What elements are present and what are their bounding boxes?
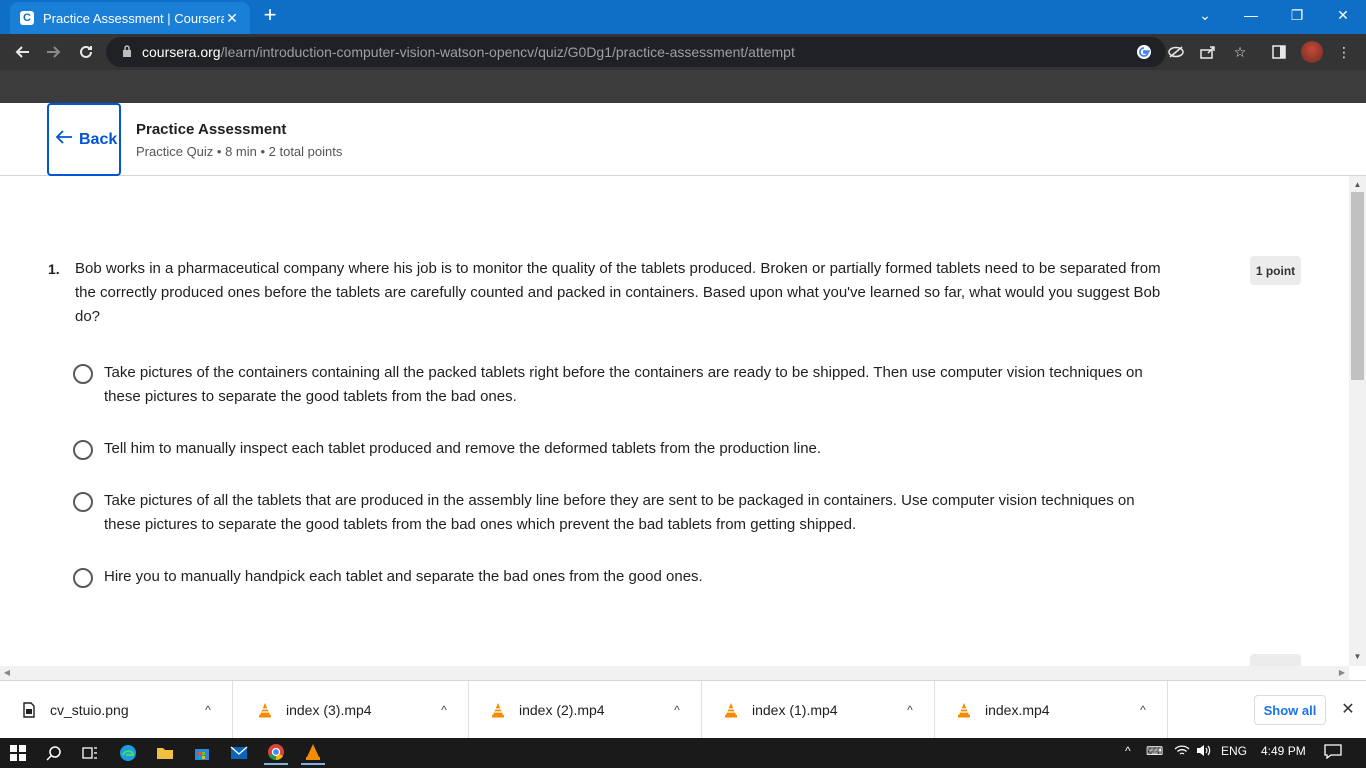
- back-label: Back: [79, 130, 118, 148]
- address-bar[interactable]: coursera.org /learn/introduction-compute…: [106, 37, 1166, 67]
- close-window-button[interactable]: ✕: [1320, 0, 1366, 30]
- horizontal-scrollbar[interactable]: ◀ ▶: [0, 666, 1349, 680]
- coursera-favicon-icon: C: [20, 11, 34, 25]
- download-filename: index (3).mp4: [286, 702, 372, 718]
- file-explorer-icon[interactable]: [153, 741, 177, 765]
- download-filename: index (2).mp4: [519, 702, 605, 718]
- next-points-badge: [1250, 654, 1301, 666]
- download-filename: index.mp4: [985, 702, 1050, 718]
- option-label: Take pictures of the containers containi…: [104, 364, 1143, 405]
- back-arrow-icon[interactable]: [10, 40, 34, 64]
- answer-option[interactable]: Hire you to manually handpick each table…: [73, 565, 1153, 589]
- download-item[interactable]: index.mp4 ^: [935, 681, 1168, 739]
- download-filename: index (1).mp4: [752, 702, 838, 718]
- assessment-header: Back Practice Assessment Practice Quiz •…: [0, 103, 1366, 176]
- page-title: Practice Assessment: [136, 121, 287, 138]
- scrollbar-thumb[interactable]: [1351, 192, 1364, 380]
- file-icon: [22, 702, 36, 719]
- notifications-icon[interactable]: [1324, 744, 1342, 762]
- option-label: Take pictures of all the tablets that ar…: [104, 492, 1135, 533]
- vlc-icon: [258, 702, 272, 719]
- url-path: /learn/introduction-computer-vision-wats…: [220, 44, 795, 60]
- browser-tab[interactable]: C Practice Assessment | Coursera ✕: [10, 2, 250, 34]
- chevron-up-icon[interactable]: ^: [434, 703, 454, 717]
- download-item[interactable]: index (1).mp4 ^: [702, 681, 935, 739]
- close-shelf-icon[interactable]: ✕: [1338, 699, 1358, 719]
- bookmarks-area: [0, 70, 1366, 103]
- download-item[interactable]: index (3).mp4 ^: [236, 681, 469, 739]
- quiz-meta: Practice Quiz • 8 min • 2 total points: [136, 144, 343, 159]
- bookmark-star-icon[interactable]: ☆: [1230, 42, 1250, 62]
- quiz-content: 1. Bob works in a pharmaceutical company…: [0, 176, 1349, 666]
- eye-off-icon[interactable]: [1166, 42, 1186, 62]
- scroll-right-icon[interactable]: ▶: [1335, 666, 1349, 680]
- chevron-up-icon[interactable]: ^: [198, 703, 218, 717]
- restore-button[interactable]: ❐: [1274, 0, 1320, 30]
- browser-toolbar: coursera.org /learn/introduction-compute…: [0, 34, 1366, 70]
- radio-button[interactable]: [73, 364, 93, 384]
- vlc-icon: [724, 702, 738, 719]
- minimize-button[interactable]: —: [1228, 0, 1274, 30]
- edge-icon[interactable]: [116, 741, 140, 765]
- store-icon[interactable]: [190, 741, 214, 765]
- back-button[interactable]: Back: [47, 103, 121, 176]
- wifi-icon[interactable]: [1174, 744, 1190, 760]
- profile-avatar[interactable]: [1301, 41, 1323, 63]
- vlc-icon: [957, 702, 971, 719]
- browser-tab-strip: C Practice Assessment | Coursera ✕ + ⌄ —…: [0, 0, 1366, 34]
- windows-start-icon[interactable]: [6, 741, 30, 765]
- vertical-scrollbar[interactable]: ▲ ▼: [1349, 176, 1366, 666]
- new-tab-button[interactable]: +: [258, 4, 282, 28]
- tab-close-icon[interactable]: ✕: [224, 10, 240, 27]
- answer-option[interactable]: Tell him to manually inspect each tablet…: [73, 437, 1153, 461]
- language-indicator[interactable]: ENG: [1221, 744, 1247, 758]
- download-item[interactable]: cv_stuio.png ^: [0, 681, 233, 739]
- share-icon[interactable]: [1198, 42, 1218, 62]
- vlc-icon: [491, 702, 505, 719]
- answer-option[interactable]: Take pictures of the containers containi…: [73, 361, 1153, 409]
- arrow-left-icon: [55, 128, 73, 151]
- windows-taskbar: ^ ⌨ ENG 4:49 PM: [0, 738, 1366, 768]
- clock[interactable]: 4:49 PM: [1261, 744, 1306, 758]
- vlc-taskbar-icon[interactable]: [301, 741, 325, 765]
- keyboard-icon[interactable]: ⌨: [1146, 744, 1163, 758]
- task-view-icon[interactable]: [78, 741, 102, 765]
- option-label: Hire you to manually handpick each table…: [104, 568, 703, 585]
- chevron-up-icon[interactable]: ^: [900, 703, 920, 717]
- question-number: 1.: [48, 261, 60, 277]
- chrome-icon[interactable]: [264, 741, 288, 765]
- google-icon[interactable]: [1134, 42, 1154, 62]
- tab-search-button[interactable]: ⌄: [1182, 0, 1228, 30]
- side-panel-icon[interactable]: [1269, 42, 1289, 62]
- answer-option[interactable]: Take pictures of all the tablets that ar…: [73, 489, 1153, 537]
- show-hidden-icons-icon[interactable]: ^: [1125, 744, 1131, 758]
- show-all-downloads-button[interactable]: Show all: [1254, 695, 1326, 725]
- mail-icon[interactable]: [227, 741, 251, 765]
- chevron-up-icon[interactable]: ^: [667, 703, 687, 717]
- points-badge: 1 point: [1250, 256, 1301, 285]
- download-filename: cv_stuio.png: [50, 702, 129, 718]
- next-question-clipped: [48, 654, 1178, 666]
- download-shelf: cv_stuio.png ^ index (3).mp4 ^ index (2)…: [0, 680, 1366, 739]
- lock-icon: [122, 44, 132, 60]
- browser-menu-icon[interactable]: ⋮: [1334, 42, 1354, 62]
- radio-button[interactable]: [73, 568, 93, 588]
- scroll-up-icon[interactable]: ▲: [1349, 178, 1366, 192]
- radio-button[interactable]: [73, 440, 93, 460]
- question-text: Bob works in a pharmaceutical company wh…: [75, 260, 1161, 325]
- url-host: coursera.org: [142, 44, 221, 60]
- tab-title: Practice Assessment | Coursera: [43, 10, 224, 26]
- chevron-up-icon[interactable]: ^: [1133, 703, 1153, 717]
- scroll-down-icon[interactable]: ▼: [1349, 650, 1366, 664]
- volume-icon[interactable]: [1196, 744, 1212, 760]
- search-icon[interactable]: [42, 741, 66, 765]
- download-item[interactable]: index (2).mp4 ^: [469, 681, 702, 739]
- reload-icon[interactable]: [74, 40, 98, 64]
- option-label: Tell him to manually inspect each tablet…: [104, 440, 822, 457]
- scroll-left-icon[interactable]: ◀: [0, 666, 14, 680]
- forward-arrow-icon[interactable]: [42, 40, 66, 64]
- radio-button[interactable]: [73, 492, 93, 512]
